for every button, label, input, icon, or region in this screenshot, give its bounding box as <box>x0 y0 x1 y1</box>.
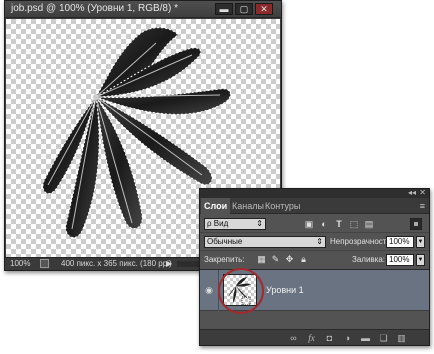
image-filter-icon[interactable]: ▣ <box>304 219 314 229</box>
layers-panel: ◂◂ ✕ Слои Каналы Контуры ≡ ρ Вид ⇕ ▣ ◐ T… <box>199 188 430 346</box>
fill-label: Заливка: <box>352 255 386 264</box>
filter-toggle-switch[interactable] <box>410 218 422 230</box>
eye-icon[interactable]: ◉ <box>203 284 215 296</box>
layers-list: ◉ Уровни 1 <box>200 268 429 329</box>
blend-select-arrow-icon: ⇕ <box>316 237 323 246</box>
lock-transparency-icon[interactable]: ▦ <box>256 254 267 265</box>
filter-kind-select[interactable]: ρ Вид ⇕ <box>204 218 266 230</box>
layer-name[interactable]: Уровни 1 <box>266 285 304 295</box>
adjustment-filter-icon[interactable]: ◐ <box>319 219 329 229</box>
document-title-bar[interactable]: job.psd @ 100% (Уровни 1, RGB/8) * ▬ ▢ ✕ <box>5 1 281 18</box>
lock-all-icon[interactable]: 🔒︎ <box>298 254 309 265</box>
document-title: job.psd @ 100% (Уровни 1, RGB/8) * <box>11 3 178 14</box>
close-button[interactable]: ✕ <box>255 3 273 15</box>
zoom-level-field[interactable]: 100% <box>8 259 36 269</box>
close-icon[interactable]: ✕ <box>419 188 426 197</box>
status-menu-arrow-icon[interactable]: ▶ <box>166 259 172 269</box>
add-mask-icon[interactable]: ◘ <box>324 333 335 343</box>
fill-dropdown-icon[interactable]: ▼ <box>416 254 425 266</box>
highlight-circle <box>218 268 264 314</box>
panel-tabs: Слои Каналы Контуры ≡ <box>200 198 429 214</box>
filter-kind-label: ρ Вид <box>207 219 229 228</box>
lock-row: Закрепить: ▦ ✎ ✥ 🔒︎ Заливка: 100% ▼ <box>200 250 429 268</box>
lock-label: Закрепить: <box>204 255 245 264</box>
blend-mode-row: Обычные ⇕ Непрозрачность: 100% ▼ <box>200 232 429 250</box>
new-layer-icon[interactable]: ❏ <box>378 333 389 343</box>
maximize-button[interactable]: ▢ <box>235 3 253 15</box>
opacity-label: Непрозрачность: <box>330 237 393 246</box>
shape-filter-icon[interactable]: ⬚ <box>349 219 359 229</box>
tab-paths[interactable]: Контуры <box>262 198 303 214</box>
filter-select-arrow-icon: ⇕ <box>256 219 263 228</box>
new-group-icon[interactable]: ▬ <box>360 333 371 343</box>
blend-mode-select[interactable]: Обычные ⇕ <box>204 236 326 248</box>
delete-layer-icon[interactable]: ▥ <box>396 333 407 343</box>
link-layers-icon[interactable]: ∞ <box>288 333 299 343</box>
lock-position-icon[interactable]: ✥ <box>284 254 295 265</box>
layer-row[interactable]: ◉ Уровни 1 <box>200 268 429 314</box>
tab-layers[interactable]: Слои <box>201 198 231 214</box>
panel-menu-icon[interactable]: ≡ <box>420 201 425 211</box>
document-info-icon[interactable] <box>40 259 49 268</box>
collapse-icon[interactable]: ◂◂ <box>408 188 416 197</box>
opacity-field[interactable]: 100% <box>386 236 414 248</box>
type-filter-icon[interactable]: T <box>334 219 344 229</box>
smart-object-filter-icon[interactable]: ▤ <box>364 219 374 229</box>
document-size-info: 400 пикс. x 365 пикс. (180 ppi) <box>61 259 172 268</box>
panel-footer: ∞ fx ◘ ◑ ▬ ❏ ▥ <box>200 329 429 345</box>
layer-filter-row: ρ Вид ⇕ ▣ ◐ T ⬚ ▤ <box>200 215 429 232</box>
new-adjustment-layer-icon[interactable]: ◑ <box>342 333 353 343</box>
opacity-dropdown-icon[interactable]: ▼ <box>416 236 425 248</box>
lock-pixels-icon[interactable]: ✎ <box>270 254 281 265</box>
panel-header[interactable]: ◂◂ ✕ <box>200 188 429 198</box>
minimize-button[interactable]: ▬ <box>215 3 233 15</box>
fill-field[interactable]: 100% <box>386 254 414 266</box>
layer-style-icon[interactable]: fx <box>306 333 317 343</box>
blend-mode-label: Обычные <box>207 237 243 246</box>
